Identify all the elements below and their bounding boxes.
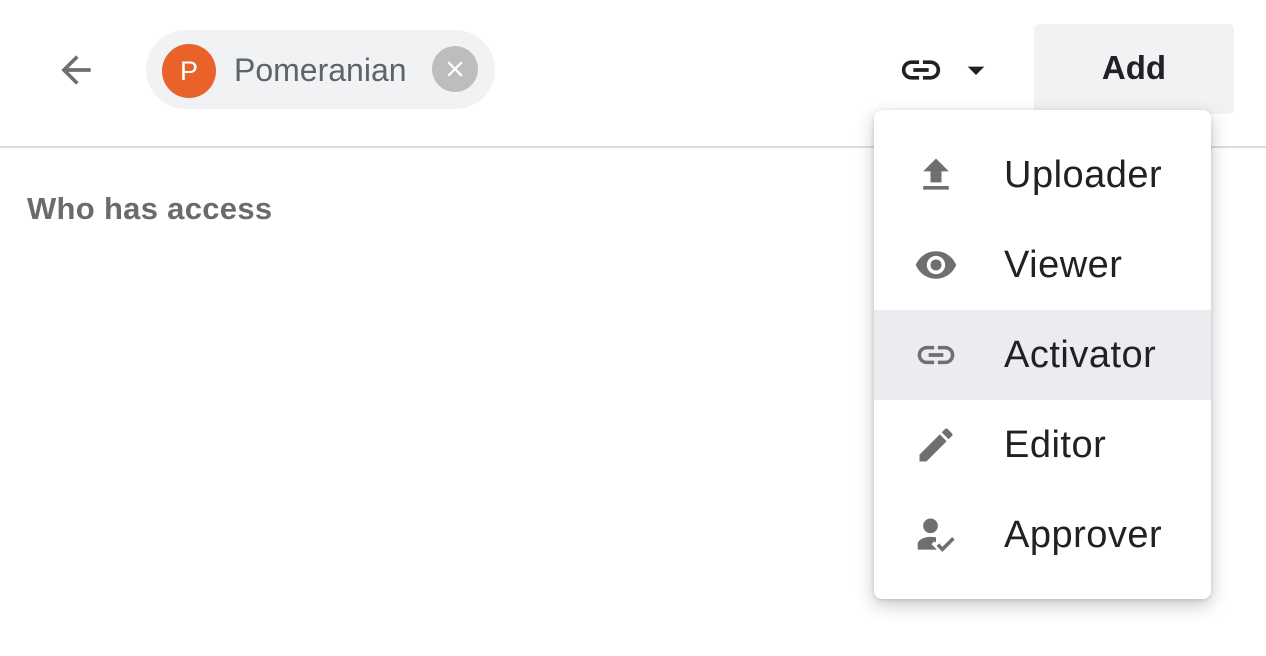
menu-item-label: Editor xyxy=(1004,424,1107,466)
menu-item-label: Activator xyxy=(1004,334,1157,376)
menu-item-editor[interactable]: Editor xyxy=(874,400,1211,490)
add-button[interactable]: Add xyxy=(1034,24,1234,114)
menu-item-uploader[interactable]: Uploader xyxy=(874,130,1211,220)
link-icon xyxy=(901,60,941,80)
menu-item-label: Approver xyxy=(1004,514,1163,556)
pencil-icon xyxy=(914,423,958,467)
back-button[interactable] xyxy=(46,40,106,100)
selected-user-chip: P Pomeranian xyxy=(146,30,495,109)
remove-chip-button[interactable] xyxy=(432,46,478,92)
role-dropdown-button[interactable] xyxy=(898,48,998,92)
menu-item-label: Viewer xyxy=(1004,244,1123,286)
avatar: P xyxy=(162,44,216,98)
caret-down-icon xyxy=(967,66,985,75)
person-check-icon xyxy=(914,513,958,557)
role-menu: Uploader Viewer Activator Editor Approve… xyxy=(874,110,1211,599)
link-icon xyxy=(914,333,958,377)
menu-item-viewer[interactable]: Viewer xyxy=(874,220,1211,310)
menu-item-approver[interactable]: Approver xyxy=(874,490,1211,580)
arrow-left-icon xyxy=(61,55,91,85)
upload-icon xyxy=(914,153,958,197)
eye-icon xyxy=(914,243,958,287)
section-title: Who has access xyxy=(27,191,273,226)
chip-label: Pomeranian xyxy=(234,52,407,88)
close-icon xyxy=(447,61,463,77)
menu-item-label: Uploader xyxy=(1004,154,1163,196)
menu-item-activator[interactable]: Activator xyxy=(874,310,1211,400)
